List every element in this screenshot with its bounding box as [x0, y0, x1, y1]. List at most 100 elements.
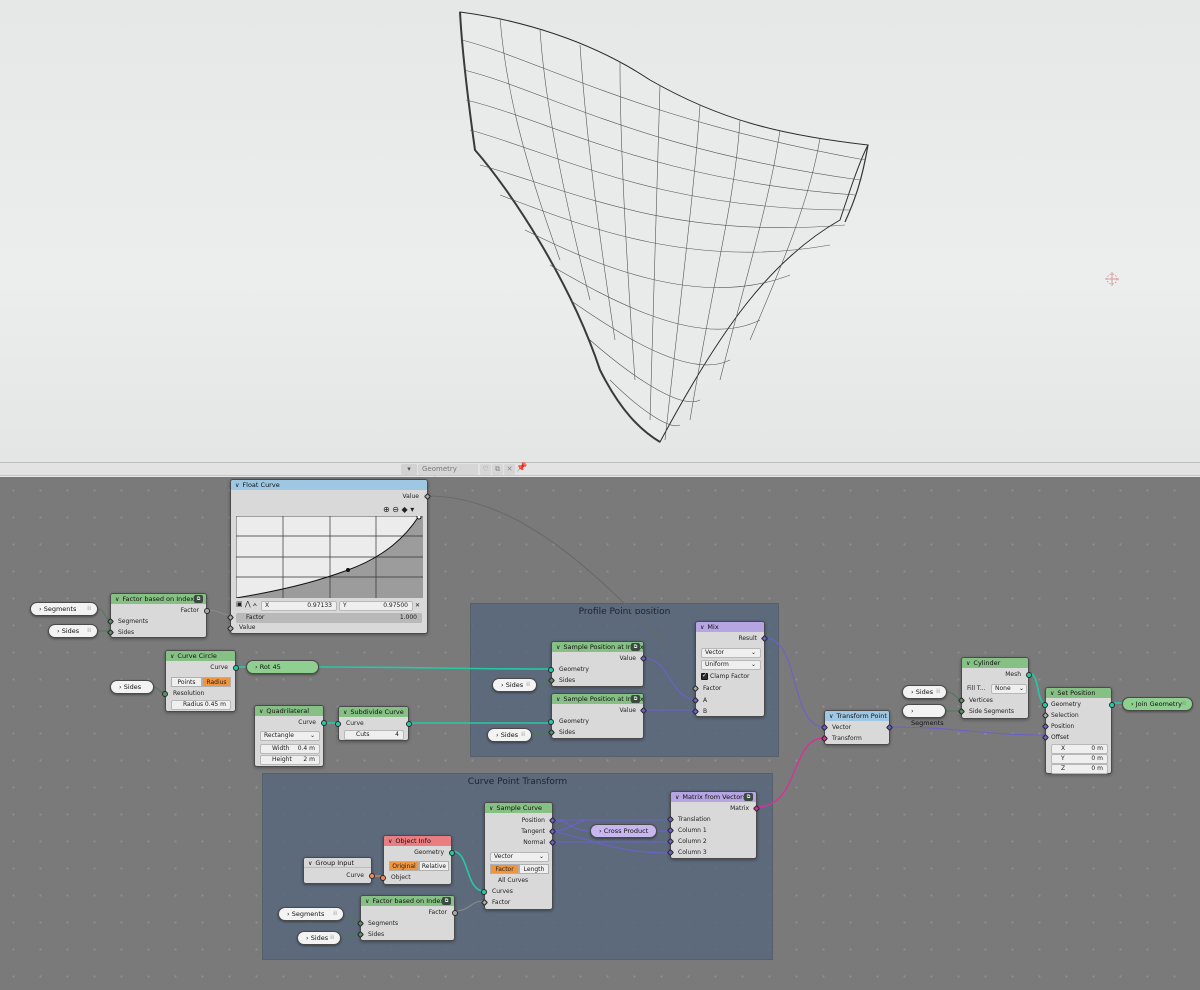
rot45-group-node[interactable]: › Rot 45 [246, 660, 319, 674]
chevron-down-icon[interactable]: ∨ [489, 804, 493, 813]
clamp-checkbox[interactable]: ✓ [701, 672, 708, 680]
object-info-node[interactable]: ∨ Object Info Geometry Original Relative … [380, 835, 455, 885]
chevron-right-icon: › [57, 627, 60, 635]
node-header: ∨ Sample Position at Index [552, 642, 643, 652]
quadrilateral-node[interactable]: ∨ Quadrilateral Curve Rectangle ⌄ Width 0.4… [254, 705, 327, 767]
chevron-down-icon[interactable]: ∨ [259, 707, 263, 716]
sides-reroute-pill[interactable]: › Sides ⁞⁞ [48, 624, 98, 638]
input-socket-curves[interactable] [481, 889, 487, 895]
height-field[interactable]: Height 2 m [260, 755, 320, 765]
x-field[interactable]: X 0.97133 [261, 601, 337, 611]
mode-points-button[interactable]: Points [171, 677, 202, 687]
output-socket-curve[interactable] [233, 665, 239, 671]
handle-type-icons[interactable]: ▣ ⋀ ⟑ [236, 600, 257, 609]
sides-reroute-pill[interactable]: › Sides ⁞⁞ [492, 678, 537, 692]
curve-graph[interactable] [236, 516, 423, 598]
duplicate-icon[interactable]: ⧉ [492, 464, 503, 475]
offset-z-field[interactable]: Z 0 m [1051, 764, 1108, 774]
join-geometry-node[interactable]: › Join Geometry ⁞⁞ [1122, 697, 1193, 711]
output-socket-geometry[interactable] [449, 850, 455, 856]
input-socket-geometry[interactable] [1042, 702, 1048, 708]
factor-based-on-index-node-bottom[interactable]: ∨ Factor based on Index ⧉ Factor Segments… [356, 895, 458, 941]
sides-reroute-pill[interactable]: › Sides ⁞⁞ [487, 728, 532, 742]
sides-reroute-pill[interactable]: › Sides [110, 680, 154, 694]
offset-x-field[interactable]: X 0 m [1051, 744, 1108, 754]
chevron-down-icon[interactable]: ∨ [308, 859, 312, 867]
sample-position-index-node-2[interactable]: ∨ Sample Position at Index ⧉ Value Geomet… [547, 693, 648, 739]
output-socket-factor[interactable] [452, 910, 458, 916]
mix-node[interactable]: ∨ Mix Result Vector ⌄ Uniform ⌄ ✓ Clamp Fac… [691, 621, 769, 717]
chevron-down-icon[interactable]: ∨ [556, 643, 560, 652]
output-socket-curve[interactable] [321, 720, 327, 726]
output-socket-factor[interactable] [204, 608, 210, 614]
output-socket-curve[interactable] [369, 873, 375, 879]
curve-tool-icons[interactable]: ⊕ ⊖ ◆ ▾ [383, 505, 414, 514]
data-type-dropdown[interactable]: Vector ⌄ [701, 648, 761, 658]
curve-circle-node[interactable]: ∨ Curve Circle Curve Points Radius Resolu… [162, 650, 239, 712]
input-label: Column 2 [678, 838, 707, 845]
transform-point-node[interactable]: ∨ Transform Point Vector Transform [820, 710, 894, 745]
sides-reroute-pill[interactable]: › Sides ⁞⁞ [902, 685, 947, 699]
input-socket-geometry[interactable] [548, 667, 554, 673]
chevron-down-icon[interactable]: ∨ [829, 712, 833, 721]
output-socket-curve[interactable] [406, 721, 412, 727]
output-socket-geometry[interactable] [1109, 702, 1115, 708]
factor-based-on-index-node[interactable]: ∨ Factor based on Index ⧉ Factor Segments… [106, 593, 210, 638]
cylinder-node[interactable]: ∨ Cylinder Mesh Fill T... None ⌄ Vertices … [957, 657, 1032, 719]
input-socket-geometry[interactable] [548, 719, 554, 725]
chevron-down-icon[interactable]: ∨ [365, 897, 369, 906]
sample-curve-node[interactable]: ∨ Sample Curve Position Tangent Normal Ve… [480, 802, 557, 910]
chevron-down-icon[interactable]: ∨ [556, 695, 560, 704]
output-socket-mesh[interactable] [1026, 672, 1032, 678]
group-input-node[interactable]: ∨ Group Input Curve [303, 857, 375, 884]
mode-length-button[interactable]: Length [519, 864, 549, 874]
segments-reroute-pill[interactable]: › Segments ⁞⁞ [30, 602, 98, 616]
chevron-down-icon[interactable]: ∨ [235, 481, 239, 490]
mode-radius-button[interactable]: Radius [202, 677, 231, 687]
y-field[interactable]: Y 0.97500 [339, 601, 413, 611]
sample-position-index-node-1[interactable]: ∨ Sample Position at Index ⧉ Value Geomet… [547, 641, 648, 687]
shape-dropdown[interactable]: Rectangle ⌄ [260, 731, 320, 741]
chevron-down-icon[interactable]: ∨ [115, 595, 119, 604]
width-field[interactable]: Width 0.4 m [260, 744, 320, 754]
factor-field[interactable]: Factor 1.000 [236, 613, 422, 623]
offset-y-field[interactable]: Y 0 m [1051, 754, 1108, 764]
node-tree-selector[interactable]: Geometry Nodes [418, 464, 478, 484]
chevron-down-icon[interactable]: ∨ [343, 708, 347, 717]
unlink-icon[interactable]: ✕ [504, 464, 515, 475]
chevron-down-icon[interactable]: ∨ [700, 623, 704, 632]
delete-point-icon[interactable]: ✕ [415, 602, 420, 609]
all-curves-label[interactable]: All Curves [498, 877, 528, 884]
mode-factor-button[interactable]: Factor [490, 864, 519, 874]
fake-user-icon[interactable]: ♡ [480, 464, 491, 475]
segments-reroute-pill[interactable]: › Segments ⁞⁞ [278, 907, 344, 921]
segments-reroute-pill[interactable]: › Segments [902, 704, 946, 727]
3d-viewport[interactable] [0, 0, 1200, 462]
float-curve-node[interactable]: ∨ Float Curve Value ⊕ ⊖ ◆ ▾ ▣ ⋀ ⟑ X 0.9713… [226, 479, 432, 634]
data-type-dropdown[interactable]: Vector ⌄ [490, 852, 549, 862]
matrix-from-vectors-node[interactable]: ∨ Matrix from Vectors ⧉ Matrix Translatio… [666, 791, 761, 859]
input-socket-curve[interactable] [335, 721, 341, 727]
sides-reroute-pill[interactable]: › Sides ⁞⁞ [297, 931, 341, 945]
mode-original-button[interactable]: Original [389, 861, 419, 871]
editor-type-selector[interactable]: ▾ [401, 464, 417, 475]
chevron-down-icon[interactable]: ∨ [1050, 689, 1054, 698]
cross-product-node[interactable]: › Cross Product [590, 824, 657, 838]
input-socket-object[interactable] [380, 875, 386, 881]
radius-field[interactable]: Radius 0.45 m [171, 700, 231, 710]
input-socket-resolution[interactable] [162, 691, 168, 697]
fill-type-dropdown[interactable]: None ⌄ [991, 684, 1027, 694]
subdivide-curve-node[interactable]: ∨ Subdivide Curve Curve Cuts 4 [335, 706, 412, 741]
chevron-down-icon[interactable]: ∨ [170, 652, 174, 661]
chevron-down-icon[interactable]: ∨ [675, 793, 679, 802]
shape-value: Rectangle [264, 732, 294, 739]
node-editor-canvas[interactable]: Profile Point position Curve Point Trans… [0, 477, 1200, 990]
input-label: Value [239, 624, 256, 631]
mode-relative-button[interactable]: Relative [419, 861, 449, 871]
factor-mode-dropdown[interactable]: Uniform ⌄ [701, 660, 761, 670]
cuts-field[interactable]: Cuts 4 [344, 730, 404, 740]
chevron-down-icon[interactable]: ∨ [966, 659, 970, 668]
set-position-node[interactable]: ∨ Set Position Geometry Selection Positio… [1041, 687, 1115, 774]
chevron-down-icon[interactable]: ∨ [388, 837, 392, 846]
pin-icon[interactable]: 📌 [516, 463, 527, 473]
